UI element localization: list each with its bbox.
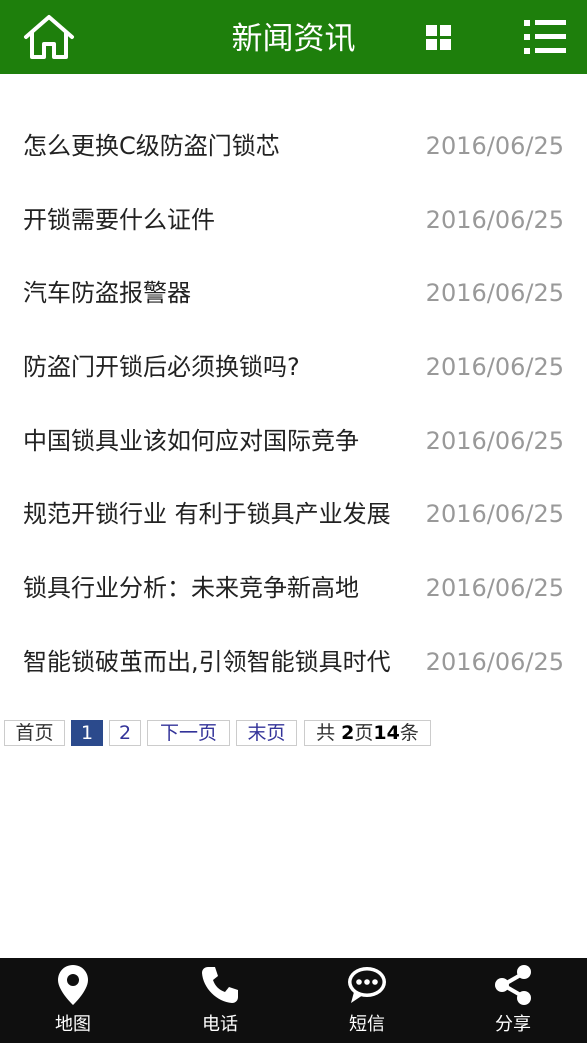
news-item[interactable]: 怎么更换C级防盗门锁芯 2016/06/25 (0, 110, 587, 184)
news-item[interactable]: 开锁需要什么证件 2016/06/25 (0, 184, 587, 258)
nav-map-button[interactable]: 地图 (23, 958, 123, 1043)
news-item[interactable]: 锁具行业分析：未来竞争新高地 2016/06/25 (0, 552, 587, 626)
news-title[interactable]: 汽车防盗报警器 (23, 257, 403, 330)
news-date: 2016/06/25 (425, 647, 564, 676)
pager-last-button[interactable]: 末页 (236, 720, 297, 746)
page-title: 新闻资讯 (231, 21, 356, 57)
top-bar: 新闻资讯 (0, 0, 587, 74)
news-item[interactable]: 规范开锁行业 有利于锁具产业发展 2016/06/25 (0, 478, 587, 552)
nav-share-button[interactable]: 分享 (463, 958, 563, 1043)
news-title[interactable]: 规范开锁行业 有利于锁具产业发展 (23, 478, 403, 551)
news-title[interactable]: 防盗门开锁后必须换锁吗? (23, 331, 403, 404)
news-title[interactable]: 怎么更换C级防盗门锁芯 (23, 110, 403, 183)
pager-total: 共 2页14条 (304, 720, 431, 746)
news-title[interactable]: 智能锁破茧而出,引领智能锁具时代 (23, 626, 403, 699)
news-title[interactable]: 锁具行业分析：未来竞争新高地 (23, 552, 403, 625)
pager-total-items: 14 (373, 722, 400, 744)
news-title[interactable]: 开锁需要什么证件 (23, 184, 403, 257)
nav-sms-label: 短信 (349, 1014, 385, 1035)
news-date: 2016/06/25 (425, 574, 564, 603)
menu-list-icon (524, 20, 566, 54)
nav-share-label: 分享 (495, 1014, 531, 1035)
pager-next-button[interactable]: 下一页 (147, 720, 230, 746)
pager-page-2[interactable]: 2 (109, 720, 141, 746)
sms-icon (348, 967, 386, 1003)
nav-map-label: 地图 (55, 1014, 91, 1035)
bottom-nav: 地图 电话 短信 分享 (0, 958, 587, 1043)
nav-phone-label: 电话 (202, 1014, 238, 1035)
news-title[interactable]: 中国锁具业该如何应对国际竞争 (23, 405, 403, 478)
news-date: 2016/06/25 (425, 426, 564, 455)
phone-icon (202, 967, 238, 1003)
grid-button[interactable] (426, 25, 453, 52)
news-date: 2016/06/25 (425, 132, 564, 160)
map-pin-icon (58, 965, 88, 1005)
grid-icon (426, 25, 451, 50)
news-item[interactable]: 智能锁破茧而出,引领智能锁具时代 2016/06/25 (0, 626, 587, 700)
pager-page-1[interactable]: 1 (71, 720, 103, 746)
pager-total-prefix: 共 (316, 722, 342, 744)
news-item[interactable]: 防盗门开锁后必须换锁吗? 2016/06/25 (0, 331, 587, 405)
news-date: 2016/06/25 (425, 353, 564, 382)
menu-button[interactable] (524, 17, 568, 57)
pager-pages-word: 页 (354, 722, 374, 744)
news-item[interactable]: 汽车防盗报警器 2016/06/25 (0, 257, 587, 331)
nav-phone-button[interactable]: 电话 (170, 958, 270, 1043)
news-item[interactable]: 中国锁具业该如何应对国际竞争 2016/06/25 (0, 405, 587, 479)
nav-sms-button[interactable]: 短信 (317, 958, 417, 1043)
page: 新闻资讯 怎么更换C级防盗门锁芯 2016/06/25 开锁需要什么证件 201… (0, 0, 587, 1043)
news-list: 怎么更换C级防盗门锁芯 2016/06/25 开锁需要什么证件 2016/06/… (0, 110, 587, 700)
news-date: 2016/06/25 (425, 205, 564, 234)
share-icon (495, 965, 531, 1005)
news-date: 2016/06/25 (425, 500, 564, 529)
pager-total-pages: 2 (341, 722, 355, 744)
news-date: 2016/06/25 (425, 279, 564, 308)
pager-items-word: 条 (399, 722, 419, 744)
pager-first-button[interactable]: 首页 (4, 720, 65, 746)
